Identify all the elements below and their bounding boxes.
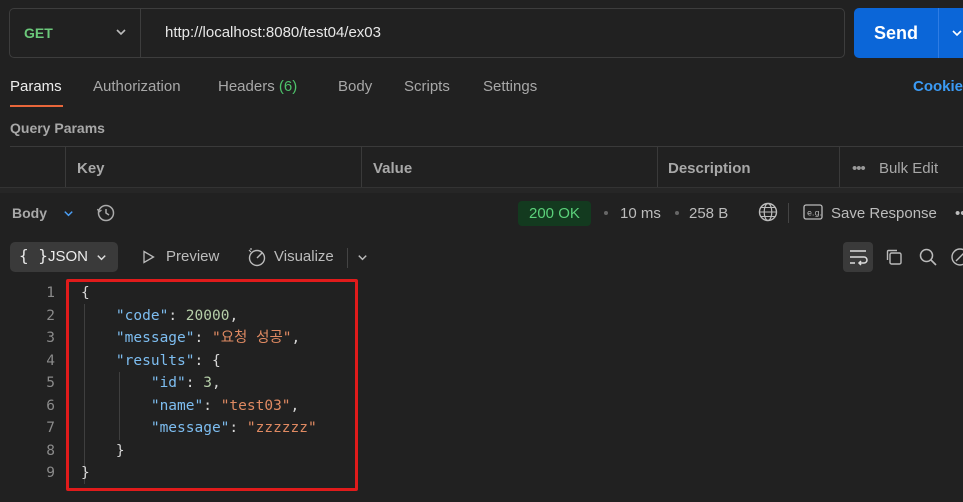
chevron-down-icon[interactable] [356, 251, 369, 264]
url-input[interactable]: http://localhost:8080/test04/ex03 [165, 9, 381, 57]
send-divider [938, 8, 939, 58]
tab-headers-label: Headers [218, 78, 275, 95]
divider [788, 203, 789, 223]
response-bar: Body 200 OK 10 ms 258 B e.g. Save Respon… [0, 193, 963, 233]
divider [347, 248, 348, 268]
tab-settings[interactable]: Settings [483, 78, 537, 95]
preview-button[interactable]: Preview [166, 248, 219, 265]
tab-body[interactable]: Body [338, 78, 372, 95]
line-number: 3 [46, 330, 55, 346]
play-icon [143, 250, 155, 264]
cookies-link[interactable]: Cookie [913, 78, 963, 95]
wrap-lines-button[interactable] [843, 242, 873, 272]
line-number: 6 [46, 397, 55, 414]
wrap-lines-icon [850, 250, 868, 266]
tab-headers[interactable]: Headers (6) [218, 78, 297, 95]
save-response-button[interactable]: Save Response [831, 205, 937, 222]
chevron-down-icon[interactable] [62, 207, 75, 220]
url-box: GET http://localhost:8080/test04/ex03 [9, 8, 845, 58]
query-params-title: Query Params [10, 120, 105, 136]
tab-params[interactable]: Params [10, 78, 62, 95]
history-icon[interactable] [96, 203, 116, 223]
separator-dot [675, 211, 679, 215]
response-format-toolbar: { } JSON Preview Visualize [0, 238, 963, 276]
line-number: 8 [46, 442, 55, 459]
more-options-icon[interactable]: •• [955, 205, 963, 222]
method-label: GET [24, 25, 53, 41]
bulk-edit-label: Bulk Edit [878, 160, 939, 177]
more-icon: ••• [852, 160, 866, 177]
line-number: 7 [46, 420, 55, 436]
send-button-group: Send [854, 8, 963, 58]
line-number: 4 [46, 352, 55, 369]
chevron-down-icon [116, 29, 126, 36]
format-select[interactable]: { } JSON [10, 242, 118, 272]
json-braces-icon: { } [19, 246, 48, 265]
format-label: JSON [48, 248, 89, 265]
save-example-icon: e.g. [803, 204, 823, 220]
response-body-label[interactable]: Body [12, 205, 47, 221]
headers-count-badge: (6) [278, 78, 298, 95]
response-time[interactable]: 10 ms [620, 205, 661, 222]
svg-text:e.g.: e.g. [807, 209, 822, 218]
active-tab-indicator [10, 105, 63, 107]
visualize-icon [248, 248, 266, 267]
chevron-down-icon [97, 255, 106, 261]
request-tabs: Params Authorization Headers (6) Body Sc… [10, 72, 963, 108]
line-number: 2 [46, 307, 55, 324]
search-icon[interactable] [918, 247, 938, 267]
method-select[interactable]: GET [10, 9, 141, 57]
send-button[interactable]: Send [854, 8, 938, 58]
request-bar: GET http://localhost:8080/test04/ex03 Se… [9, 8, 963, 58]
visualize-button[interactable]: Visualize [274, 248, 334, 265]
tab-scripts[interactable]: Scripts [404, 78, 450, 95]
response-size[interactable]: 258 B [689, 205, 728, 222]
tab-authorization[interactable]: Authorization [93, 78, 181, 95]
line-number: 9 [46, 465, 55, 481]
separator-dot [604, 211, 608, 215]
query-params-table: Key Value Description ••• Bulk Edit [10, 146, 963, 193]
link-icon[interactable] [950, 247, 963, 267]
chevron-down-icon[interactable] [950, 26, 963, 40]
line-number: 1 [46, 285, 55, 301]
line-number: 5 [46, 375, 55, 391]
highlight-annotation [66, 279, 358, 491]
status-badge[interactable]: 200 OK [518, 201, 591, 226]
copy-icon[interactable] [884, 247, 904, 267]
globe-icon[interactable] [758, 202, 778, 222]
